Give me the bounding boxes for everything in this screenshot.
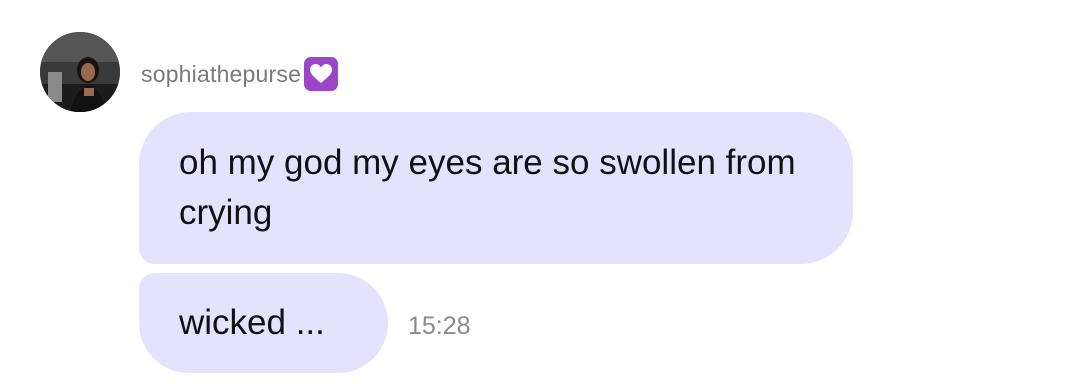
avatar-photo <box>40 32 120 112</box>
purple-heart-icon <box>304 57 339 91</box>
message-bubble[interactable]: wicked ... <box>139 273 388 373</box>
sender-header: sophiathepurse <box>141 56 339 92</box>
sender-username[interactable]: sophiathepurse <box>141 61 301 88</box>
avatar[interactable] <box>40 32 120 112</box>
message-timestamp: 15:28 <box>408 312 471 340</box>
message-text: oh my god my eyes are so swollen from cr… <box>179 143 796 232</box>
message-bubble[interactable]: oh my god my eyes are so swollen from cr… <box>139 112 853 264</box>
message-text: wicked ... <box>179 303 325 342</box>
